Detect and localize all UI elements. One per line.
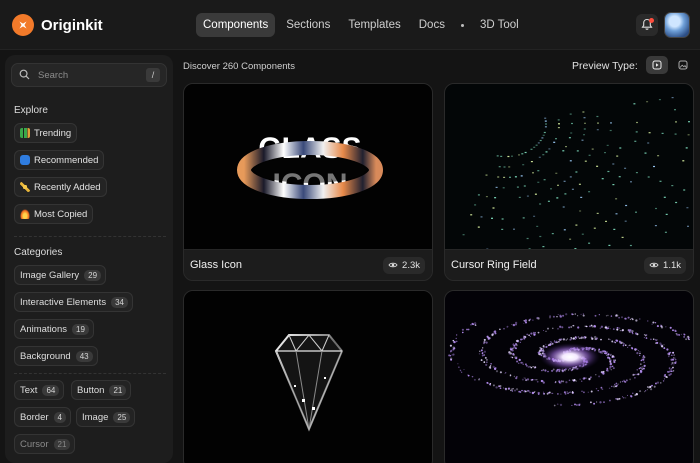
category-background[interactable]: Background 43 xyxy=(14,346,98,366)
search-shortcut-key: / xyxy=(146,68,160,82)
nav-separator-dot xyxy=(460,23,464,27)
view-count-badge: 1.1k xyxy=(644,256,686,274)
category-count: 64 xyxy=(42,384,60,396)
card-preview xyxy=(184,291,432,463)
eye-icon xyxy=(649,262,659,268)
category-count: 21 xyxy=(53,438,71,450)
user-avatar[interactable] xyxy=(664,12,690,38)
sidebar-divider xyxy=(14,236,166,237)
search-input[interactable]: Search / xyxy=(11,63,167,87)
category-button[interactable]: Button 21 xyxy=(71,380,132,400)
nav-3d-tool[interactable]: 3D Tool xyxy=(473,13,526,37)
video-icon xyxy=(652,60,662,70)
card-footer: Glass Icon 2.3k xyxy=(184,249,432,280)
explore-recommended[interactable]: Recommended xyxy=(14,150,105,170)
glass-icon-preview: GLASS ICON xyxy=(237,132,383,201)
view-count: 2.3k xyxy=(402,259,420,271)
category-label: Text xyxy=(20,384,38,396)
discover-count: Discover 260 Components xyxy=(183,61,295,72)
preview-image-button[interactable] xyxy=(672,56,694,74)
card-preview xyxy=(445,291,693,463)
explore-trending-label: Trending xyxy=(34,127,72,139)
notifications-button[interactable] xyxy=(636,14,658,36)
chart-icon xyxy=(20,128,30,138)
category-count: 19 xyxy=(72,323,89,335)
view-count-badge: 2.3k xyxy=(383,256,425,274)
category-label: Cursor xyxy=(20,438,49,450)
top-navbar: Originkit Components Sections Templates … xyxy=(0,0,700,50)
category-count: 25 xyxy=(113,411,131,423)
category-label: Image Gallery xyxy=(20,269,80,281)
sidebar: Search / Explore Trending Recommended Re… xyxy=(5,55,173,463)
category-label: Button xyxy=(77,384,105,396)
explore-most-copied[interactable]: Most Copied xyxy=(14,204,94,224)
explore-recently-added[interactable]: Recently Added xyxy=(14,177,107,197)
category-animations[interactable]: Animations 19 xyxy=(14,319,94,339)
category-count: 34 xyxy=(111,296,128,308)
nav-templates[interactable]: Templates xyxy=(341,13,407,37)
category-cursor[interactable]: Cursor 21 xyxy=(14,434,76,454)
category-count: 21 xyxy=(109,384,127,396)
category-label: Border xyxy=(20,411,49,423)
image-icon xyxy=(678,60,688,70)
brand-logo[interactable]: Originkit xyxy=(12,14,103,36)
category-label: Background xyxy=(20,350,71,362)
card-preview: GLASS ICON xyxy=(184,84,432,251)
component-card-diamond[interactable] xyxy=(183,290,433,463)
category-label: Animations xyxy=(20,323,67,335)
category-count: 43 xyxy=(75,350,93,362)
category-count: 29 xyxy=(84,269,102,281)
logo-icon xyxy=(12,14,34,36)
category-interactive-elements[interactable]: Interactive Elements 34 xyxy=(14,292,133,312)
nav-components[interactable]: Components xyxy=(196,13,276,37)
sparkle-icon xyxy=(20,182,30,192)
explore-recently-added-label: Recently Added xyxy=(34,181,101,193)
preview-type-label: Preview Type: xyxy=(572,60,638,72)
card-title: Cursor Ring Field xyxy=(451,259,537,271)
notification-badge xyxy=(649,18,654,23)
search-placeholder: Search xyxy=(38,70,69,81)
category-image[interactable]: Image 25 xyxy=(76,407,136,427)
cursor-ring-field-preview xyxy=(462,97,690,252)
main-nav: Components Sections Templates Docs 3D To… xyxy=(196,13,526,37)
card-title: Glass Icon xyxy=(190,259,242,271)
component-card-glass-icon[interactable]: GLASS ICON Glass Icon 2.3k xyxy=(183,83,433,281)
eye-icon xyxy=(388,262,398,268)
card-preview xyxy=(445,84,693,252)
category-border[interactable]: Border 4 xyxy=(14,407,71,427)
fire-icon xyxy=(20,209,30,219)
thumbs-up-icon xyxy=(20,155,30,165)
preview-video-button[interactable] xyxy=(646,56,668,74)
component-card-cursor-ring-field[interactable]: Cursor Ring Field 1.1k xyxy=(444,83,694,281)
brand-name: Originkit xyxy=(41,16,103,34)
category-text[interactable]: Text 64 xyxy=(14,380,65,400)
explore-title: Explore xyxy=(14,105,48,116)
category-image-gallery[interactable]: Image Gallery 29 xyxy=(14,265,107,285)
search-icon xyxy=(19,69,30,80)
explore-recommended-label: Recommended xyxy=(34,154,99,166)
category-label: Interactive Elements xyxy=(20,296,107,308)
category-count: 4 xyxy=(53,411,66,423)
nav-docs[interactable]: Docs xyxy=(412,13,452,37)
card-footer: Cursor Ring Field 1.1k xyxy=(445,249,693,280)
categories-title: Categories xyxy=(14,247,63,258)
explore-trending[interactable]: Trending xyxy=(14,123,78,143)
view-count: 1.1k xyxy=(663,259,681,271)
component-card-galaxy[interactable] xyxy=(444,290,694,463)
diamond-preview xyxy=(274,334,344,432)
explore-most-copied-label: Most Copied xyxy=(34,208,88,220)
galaxy-preview xyxy=(448,312,690,407)
category-label: Image xyxy=(82,411,109,423)
nav-sections[interactable]: Sections xyxy=(279,13,337,37)
sidebar-divider xyxy=(14,373,166,374)
